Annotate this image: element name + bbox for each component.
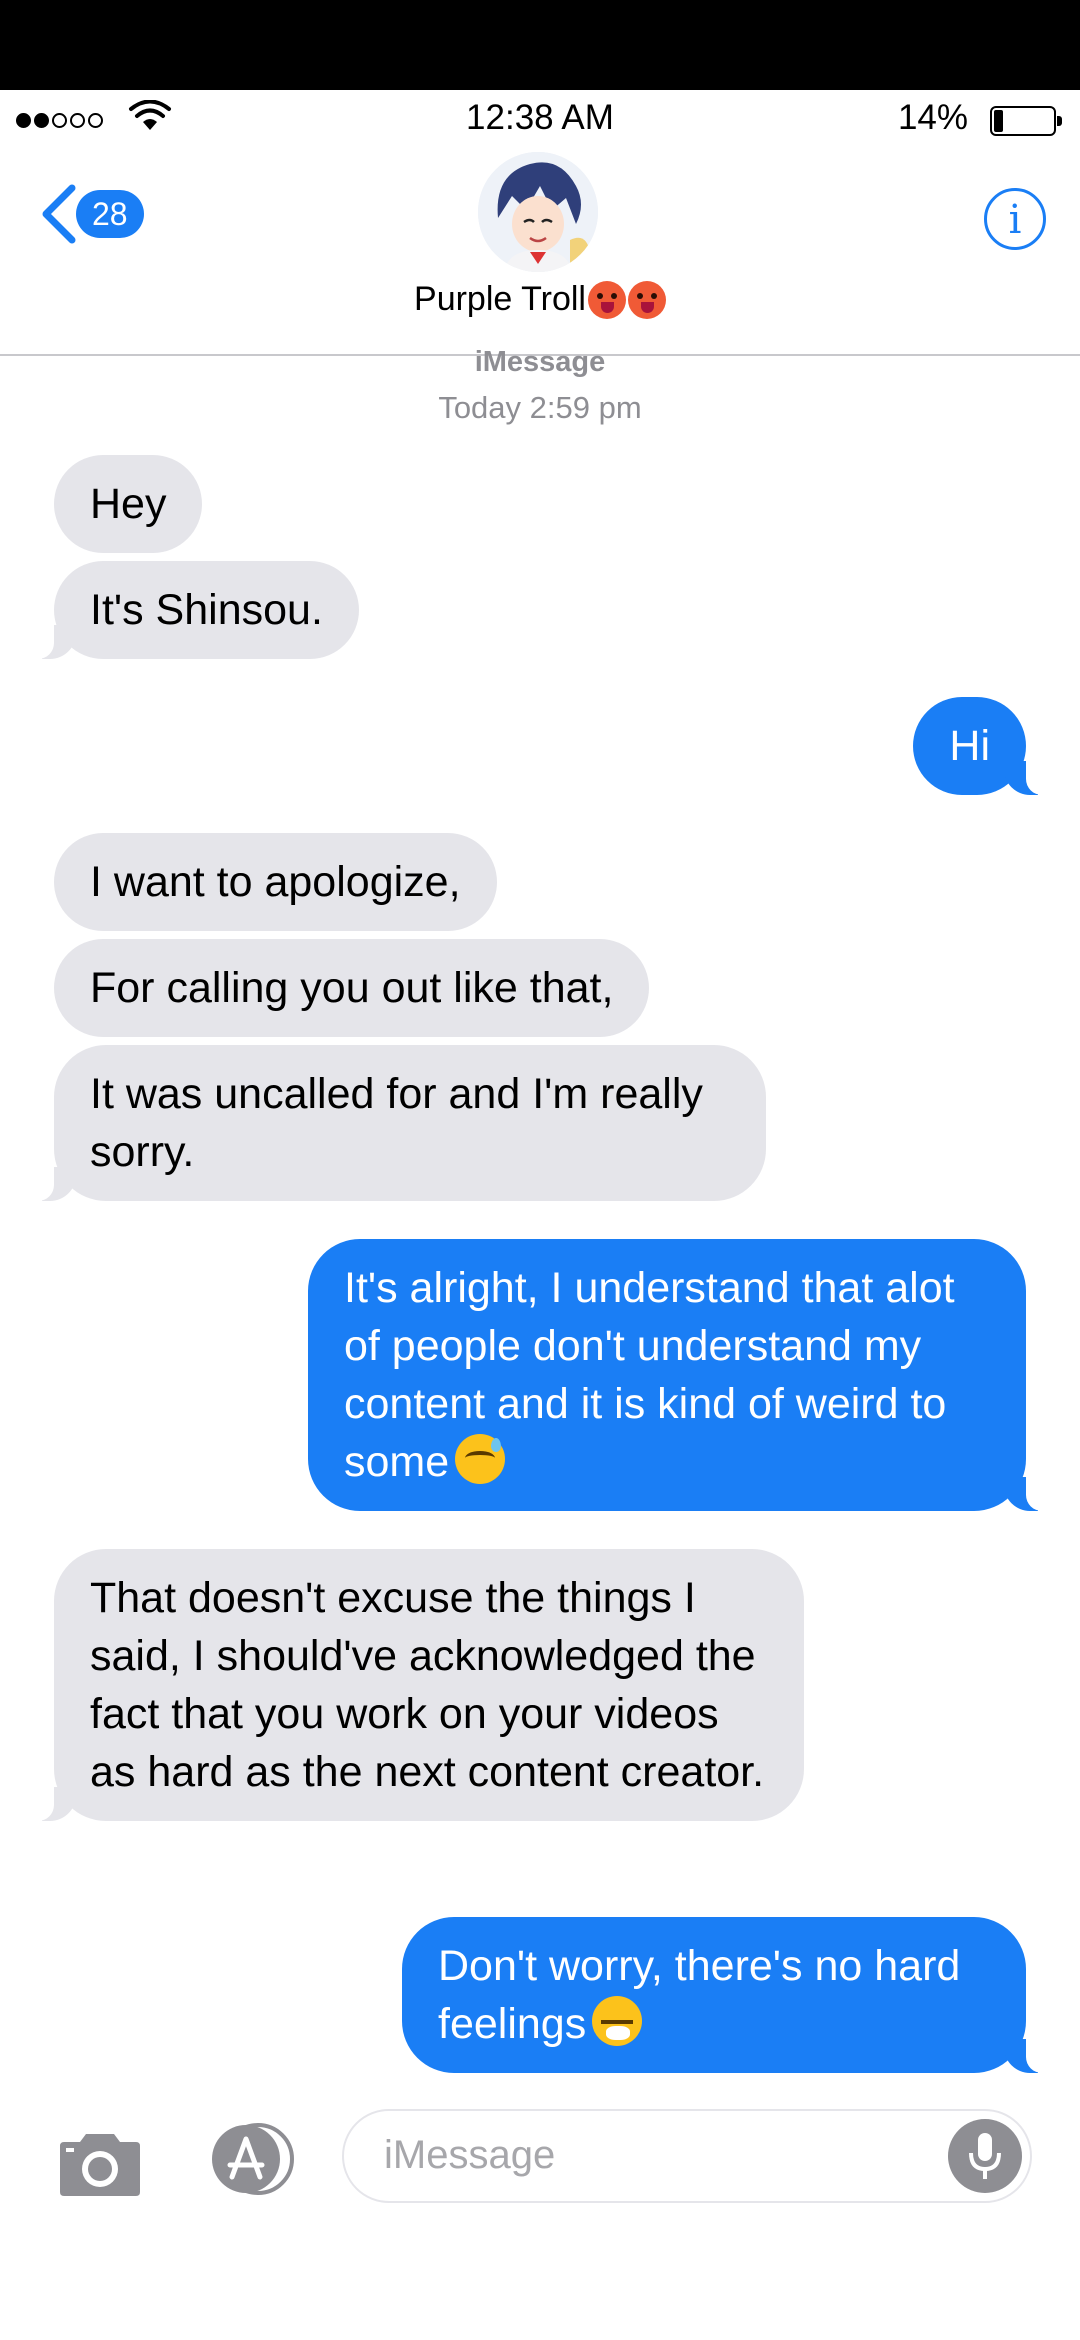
- contact-avatar[interactable]: [478, 152, 598, 272]
- grinning-sweat-icon: [455, 1434, 506, 1484]
- message-text: That doesn't excuse the things I said, I…: [90, 1574, 765, 1796]
- contact-name[interactable]: Purple Troll: [0, 280, 1080, 319]
- battery-percent: 14%: [897, 98, 968, 137]
- message-bubble-incoming[interactable]: Hey: [54, 455, 203, 553]
- camera-icon[interactable]: [58, 2128, 142, 2198]
- back-button[interactable]: 28: [38, 182, 144, 246]
- message-bubble-incoming[interactable]: For calling you out like that,: [54, 939, 650, 1037]
- message-bubble-outgoing[interactable]: It's alright, I understand that alot of …: [308, 1239, 1054, 1511]
- conversation-header: 28 Purple Troll i: [0, 152, 1080, 356]
- conversation-timestamp: Today 2:59 pm: [438, 390, 642, 425]
- message-text: It's Shinsou.: [90, 586, 323, 634]
- message-text: Hi: [949, 722, 990, 770]
- status-bar: 12:38 AM 14%: [0, 90, 1080, 152]
- message-bubble-outgoing[interactable]: Hi: [913, 697, 1054, 795]
- message-input-bar: iMessage: [0, 2095, 1080, 2215]
- message-bubble-incoming[interactable]: That doesn't excuse the things I said, I…: [26, 1549, 804, 1821]
- microphone-icon: [969, 2133, 1001, 2179]
- message-bubble-incoming[interactable]: I want to apologize,: [54, 833, 497, 931]
- sneezing-face-icon: [592, 1996, 643, 2046]
- message-input[interactable]: iMessage: [342, 2109, 1032, 2203]
- app-store-icon[interactable]: [196, 2123, 296, 2195]
- message-bubble-incoming[interactable]: It was uncalled for and I'm really sorry…: [26, 1045, 766, 1201]
- angry-face-icon: [627, 280, 666, 319]
- message-bubble-outgoing[interactable]: Don't worry, there's no hard feelings: [402, 1917, 1054, 2073]
- message-text: For calling you out like that,: [90, 964, 614, 1012]
- top-black-bar: [0, 0, 1080, 90]
- message-bubble-incoming[interactable]: It's Shinsou.: [26, 561, 359, 659]
- dictation-button[interactable]: [948, 2119, 1022, 2193]
- service-label: iMessage: [474, 346, 606, 378]
- message-text: It was uncalled for and I'm really sorry…: [90, 1070, 703, 1176]
- message-text: Don't worry, there's no hard feelings: [438, 1942, 961, 2048]
- angry-face-icon: [587, 280, 626, 319]
- message-text: I want to apologize,: [90, 858, 461, 906]
- avatar-illustration: [478, 152, 598, 272]
- contact-name-text: Purple Troll: [414, 280, 586, 318]
- message-input-placeholder: iMessage: [384, 2133, 556, 2177]
- message-text: It's alright, I understand that alot of …: [344, 1264, 955, 1486]
- message-text: Hey: [90, 480, 167, 528]
- battery-icon: [990, 106, 1062, 136]
- unread-count-badge: 28: [76, 190, 144, 238]
- info-button[interactable]: i: [984, 188, 1046, 250]
- chevron-left-icon: [42, 184, 76, 244]
- info-icon: i: [1008, 197, 1022, 243]
